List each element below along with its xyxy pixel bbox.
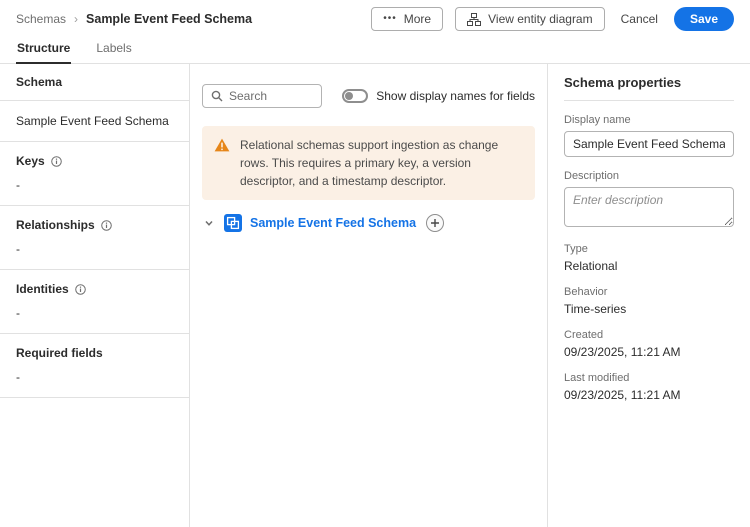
breadcrumb-schemas-link[interactable]: Schemas [16, 12, 66, 26]
top-bar: Schemas › Sample Event Feed Schema ••• M… [0, 0, 750, 35]
view-entity-diagram-label: View entity diagram [488, 12, 593, 26]
chevron-down-icon[interactable] [202, 218, 216, 228]
description-field-group: Description [564, 170, 734, 230]
tab-labels[interactable]: Labels [95, 37, 132, 63]
identities-section-value: - [16, 306, 173, 320]
display-names-toggle-row: Show display names for fields [342, 89, 535, 103]
schema-union-icon [224, 214, 242, 232]
breadcrumb-separator-icon: › [74, 12, 78, 26]
last-modified-label: Last modified [564, 372, 734, 384]
schema-heading-label: Schema [16, 75, 173, 89]
description-textarea[interactable] [564, 187, 734, 227]
display-name-label: Display name [564, 114, 734, 126]
display-name-field-group: Display name [564, 114, 734, 157]
sidebar-section-required-fields: Required fields - [0, 334, 189, 398]
content-area: Schema Sample Event Feed Schema Keys - R… [0, 64, 750, 527]
behavior-field-group: Behavior Time-series [564, 286, 734, 316]
search-icon [211, 90, 223, 102]
schema-root-node: Sample Event Feed Schema [202, 214, 535, 232]
tab-bar: Structure Labels [0, 35, 750, 64]
display-names-toggle-label: Show display names for fields [376, 89, 535, 103]
page-title: Sample Event Feed Schema [86, 12, 252, 26]
created-field-group: Created 09/23/2025, 11:21 AM [564, 329, 734, 359]
keys-info-icon[interactable] [51, 156, 62, 167]
add-field-button[interactable] [426, 214, 444, 232]
type-value: Relational [564, 259, 734, 273]
schema-structure-canvas: Show display names for fields Relational… [190, 64, 547, 527]
warning-triangle-icon [214, 138, 230, 190]
keys-section-title: Keys [16, 154, 45, 168]
tab-structure[interactable]: Structure [16, 37, 71, 63]
properties-panel-title: Schema properties [564, 74, 734, 101]
created-label: Created [564, 329, 734, 341]
view-entity-diagram-button[interactable]: View entity diagram [455, 7, 605, 31]
top-bar-actions: ••• More View entity diagram Cancel Save [371, 7, 734, 31]
sidebar-section-identities: Identities - [0, 270, 189, 334]
save-button[interactable]: Save [674, 7, 734, 31]
type-label: Type [564, 243, 734, 255]
cancel-button[interactable]: Cancel [617, 7, 662, 31]
description-label: Description [564, 170, 734, 182]
type-field-group: Type Relational [564, 243, 734, 273]
sidebar-section-keys: Keys - [0, 142, 189, 206]
search-input[interactable] [229, 89, 313, 103]
schema-editor-app: Schemas › Sample Event Feed Schema ••• M… [0, 0, 750, 527]
more-button[interactable]: ••• More [371, 7, 443, 31]
required-fields-section-title: Required fields [16, 346, 103, 360]
sidebar-item-schema[interactable]: Sample Event Feed Schema [0, 101, 189, 142]
more-button-label: More [404, 12, 431, 26]
behavior-value: Time-series [564, 302, 734, 316]
warning-banner: Relational schemas support ingestion as … [202, 126, 535, 200]
relationships-info-icon[interactable] [101, 220, 112, 231]
composition-sidebar: Schema Sample Event Feed Schema Keys - R… [0, 64, 190, 527]
sidebar-section-relationships: Relationships - [0, 206, 189, 270]
identities-section-title: Identities [16, 282, 69, 296]
last-modified-field-group: Last modified 09/23/2025, 11:21 AM [564, 372, 734, 402]
diagram-icon [467, 13, 481, 26]
identities-info-icon[interactable] [75, 284, 86, 295]
schema-root-node-label[interactable]: Sample Event Feed Schema [250, 216, 416, 230]
canvas-toolbar: Show display names for fields [202, 84, 535, 108]
display-names-toggle[interactable] [342, 89, 368, 103]
warning-text: Relational schemas support ingestion as … [240, 136, 523, 190]
behavior-label: Behavior [564, 286, 734, 298]
relationships-section-value: - [16, 242, 173, 256]
sidebar-schema-heading: Schema [0, 64, 189, 101]
keys-section-value: - [16, 178, 173, 192]
plus-icon [430, 218, 440, 228]
last-modified-value: 09/23/2025, 11:21 AM [564, 388, 734, 402]
relationships-section-title: Relationships [16, 218, 95, 232]
required-fields-section-value: - [16, 370, 173, 384]
created-value: 09/23/2025, 11:21 AM [564, 345, 734, 359]
schema-properties-panel: Schema properties Display name Descripti… [547, 64, 750, 527]
ellipsis-icon: ••• [383, 13, 397, 24]
search-box [202, 84, 322, 108]
display-name-input[interactable] [564, 131, 734, 157]
breadcrumb: Schemas › Sample Event Feed Schema [16, 12, 252, 26]
